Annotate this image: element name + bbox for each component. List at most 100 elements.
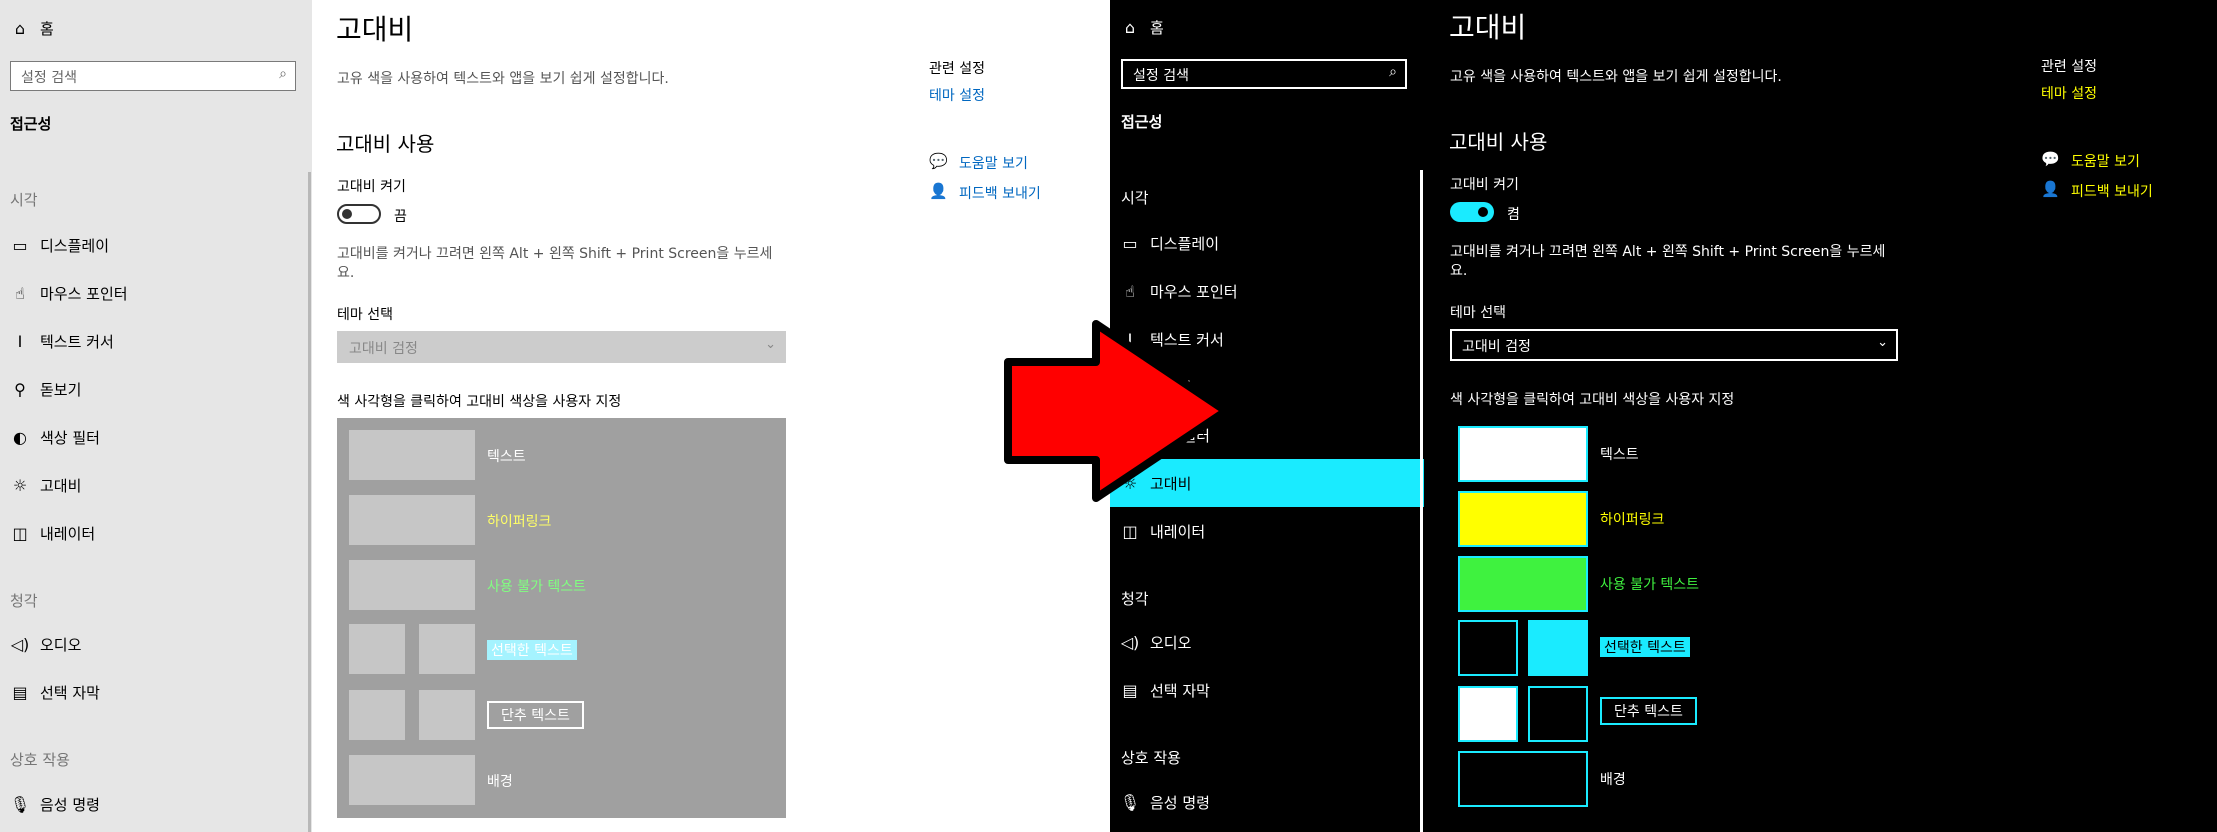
disabled-swatch-label: 사용 불가 텍스트 <box>487 579 587 595</box>
microphone-icon: 🎙 <box>9 794 31 814</box>
swatch-panel: 텍스트 하이퍼링크 사용 불가 텍스트 선택한 텍스트 단추 텍스트 배경 <box>337 418 786 818</box>
nav-mouse-pointer[interactable]: ☝ 마우스 포인터 <box>1110 267 1424 315</box>
sun-icon: ☼ <box>12 475 28 495</box>
nav-home[interactable]: ⌂ 홈 <box>0 4 312 52</box>
hyperlink-swatch[interactable] <box>1458 491 1588 547</box>
nav-home-label: 홈 <box>1150 18 1164 37</box>
button-bg-swatch[interactable] <box>419 690 475 740</box>
home-icon: ⌂ <box>1124 17 1136 37</box>
feedback-link[interactable]: 👤 피드백 보내기 <box>929 182 1109 204</box>
shortcut-hint-line2: 요. <box>1450 263 1468 279</box>
nav-audio[interactable]: ◁) 오디오 <box>1110 618 1424 666</box>
shortcut-hint-line2: 요. <box>337 265 355 281</box>
high-contrast-toggle[interactable] <box>1450 202 1494 222</box>
monitor-icon: ▭ <box>12 235 28 255</box>
nav-speech[interactable]: 🎙 음성 명령 <box>1110 778 1424 826</box>
nav-high-contrast[interactable]: ☼ 고대비 <box>0 461 312 509</box>
button-fg-swatch[interactable] <box>1458 686 1518 742</box>
nav-label: 디스플레이 <box>1150 234 1220 253</box>
section-title: 고대비 사용 <box>1449 130 1548 154</box>
pointer-icon: ☝ <box>1125 281 1135 301</box>
theme-settings-link[interactable]: 테마 설정 <box>929 85 985 105</box>
disabled-swatch[interactable] <box>349 560 475 610</box>
toggle-label: 고대비 켜기 <box>1450 177 1519 193</box>
nav-speech[interactable]: 🎙 음성 명령 <box>0 780 312 828</box>
text-swatch[interactable] <box>349 430 475 480</box>
selected-swatch-label: 선택한 텍스트 <box>487 640 577 660</box>
help-link-label: 도움말 보기 <box>959 156 1028 172</box>
customize-hint: 색 사각형을 클릭하여 고대비 색상을 사용자 지정 <box>1450 392 1735 408</box>
palette-icon: ◐ <box>13 427 27 447</box>
search-icon: ⌕ <box>279 66 287 82</box>
page-description: 고유 색을 사용하여 텍스트와 앱을 보기 쉽게 설정합니다. <box>1450 69 1782 85</box>
text-cursor-icon: I <box>17 331 23 351</box>
theme-label: 테마 선택 <box>1450 305 1506 321</box>
chevron-down-icon: ⌄ <box>1877 335 1888 350</box>
nav-display[interactable]: ▭ 디스플레이 <box>1110 219 1424 267</box>
background-swatch-label: 배경 <box>487 774 513 790</box>
help-link[interactable]: 💬 도움말 보기 <box>2041 150 2211 172</box>
magnifier-icon: ⚲ <box>14 379 26 399</box>
disabled-swatch[interactable] <box>1458 556 1588 612</box>
sidebar-scrollbar[interactable] <box>1420 170 1423 832</box>
nav-label: 음성 명령 <box>1150 793 1210 812</box>
search-input[interactable]: 설정 검색 ⌕ <box>10 61 296 91</box>
search-icon: ⌕ <box>1389 64 1397 80</box>
button-bg-swatch[interactable] <box>1528 686 1588 742</box>
nav-magnifier[interactable]: ⚲ 돋보기 <box>0 365 312 413</box>
button-fg-swatch[interactable] <box>349 690 405 740</box>
theme-value: 고대비 검정 <box>1462 339 1531 355</box>
nav-label: 고대비 <box>40 476 82 495</box>
captions-icon: ▤ <box>12 682 28 702</box>
button-swatch-label: 단추 텍스트 <box>1600 697 1697 725</box>
selected-fg-swatch[interactable] <box>349 624 405 674</box>
nav-label: 색상 필터 <box>40 428 100 447</box>
nav-label: 오디오 <box>1150 633 1192 652</box>
home-icon: ⌂ <box>14 18 26 38</box>
nav-text-cursor[interactable]: I 텍스트 커서 <box>0 317 312 365</box>
nav-captions[interactable]: ▤ 선택 자막 <box>0 668 312 716</box>
selected-bg-swatch[interactable] <box>419 624 475 674</box>
theme-select[interactable]: 고대비 검정 ⌄ <box>1450 329 1898 361</box>
pointer-icon: ☝ <box>15 283 25 303</box>
feedback-icon: 👤 <box>929 182 948 200</box>
hyperlink-swatch-label: 하이퍼링크 <box>487 514 552 530</box>
button-swatch-label: 단추 텍스트 <box>487 701 584 729</box>
background-swatch[interactable] <box>349 755 475 805</box>
theme-settings-link[interactable]: 테마 설정 <box>2041 83 2097 103</box>
selected-fg-swatch[interactable] <box>1458 620 1518 676</box>
nav-color-filter[interactable]: ◐ 색상 필터 <box>0 413 312 461</box>
selected-bg-swatch[interactable] <box>1528 620 1588 676</box>
theme-label: 테마 선택 <box>337 307 393 323</box>
search-input[interactable]: 설정 검색 ⌕ <box>1121 59 1407 89</box>
monitor-icon: ▭ <box>1122 233 1138 253</box>
theme-value: 고대비 검정 <box>349 341 418 357</box>
hyperlink-swatch[interactable] <box>349 495 475 545</box>
left-sidebar: ⌂ 홈 설정 검색 ⌕ 접근성 시각 ▭ 디스플레이 ☝ 마우스 포인터 I 텍스트 … <box>0 0 312 832</box>
nav-narrator[interactable]: ◫ 내레이터 <box>0 509 312 557</box>
sidebar-scrollbar[interactable] <box>308 172 311 832</box>
nav-display[interactable]: ▭ 디스플레이 <box>0 221 312 269</box>
microphone-icon: 🎙 <box>1119 792 1141 812</box>
high-contrast-toggle[interactable] <box>337 204 381 224</box>
shortcut-hint-line1: 고대비를 켜거나 끄려면 왼쪽 Alt + 왼쪽 Shift + Print S… <box>1450 244 1886 260</box>
background-swatch[interactable] <box>1458 751 1588 807</box>
speaker-icon: ◁) <box>10 634 30 654</box>
dark-main: 고대비 고유 색을 사용하여 텍스트와 앱을 보기 쉽게 설정합니다. 고대비 … <box>1424 0 2217 832</box>
help-link-label: 도움말 보기 <box>2071 154 2140 170</box>
category-title: 접근성 <box>1121 113 1163 131</box>
feedback-link[interactable]: 👤 피드백 보내기 <box>2041 180 2211 202</box>
related-settings-title: 관련 설정 <box>2041 59 2097 75</box>
theme-select[interactable]: 고대비 검정 ⌄ <box>337 331 786 363</box>
nav-narrator[interactable]: ◫ 내레이터 <box>1110 507 1424 555</box>
nav-mouse-pointer[interactable]: ☝ 마우스 포인터 <box>0 269 312 317</box>
feedback-link-label: 피드백 보내기 <box>2071 184 2153 200</box>
nav-label: 마우스 포인터 <box>40 284 128 303</box>
nav-audio[interactable]: ◁) 오디오 <box>0 620 312 668</box>
section-title: 고대비 사용 <box>336 132 435 156</box>
text-swatch[interactable] <box>1458 426 1588 482</box>
nav-home[interactable]: ⌂ 홈 <box>1110 3 1424 51</box>
nav-captions[interactable]: ▤ 선택 자막 <box>1110 666 1424 714</box>
section-vision: 시각 <box>1121 189 1149 207</box>
help-link[interactable]: 💬 도움말 보기 <box>929 152 1109 174</box>
